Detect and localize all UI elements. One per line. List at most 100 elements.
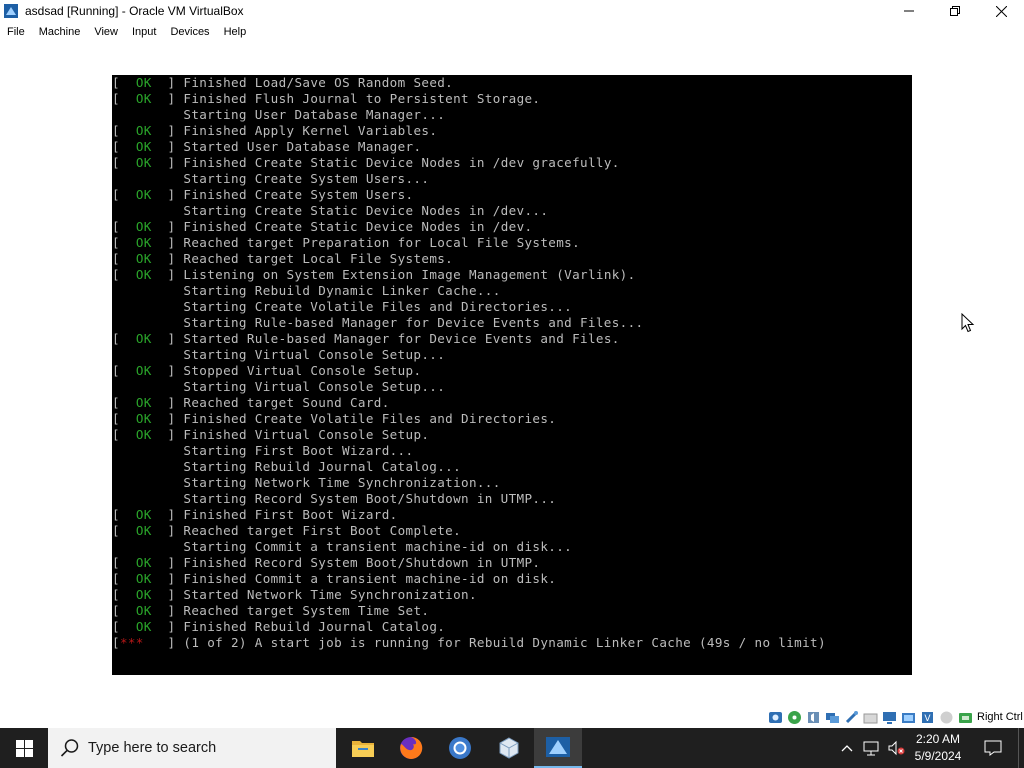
console-line-text: Reached target Preparation for Local Fil… <box>183 235 581 250</box>
video-capture-icon[interactable] <box>901 710 916 725</box>
status-bracket-close: ] <box>151 91 184 106</box>
taskbar-virtualbox-manager[interactable] <box>485 728 533 768</box>
menu-view[interactable]: View <box>87 22 125 43</box>
cpu-icon[interactable]: V <box>920 710 935 725</box>
chevron-up-icon <box>841 745 853 752</box>
status-bracket-open: [ <box>112 603 128 618</box>
restore-icon <box>950 6 960 16</box>
vm-console-screen[interactable]: [ OK ] Finished Load/Save OS Random Seed… <box>112 75 912 675</box>
status-bracket-close: ] <box>151 587 184 602</box>
mouse-integration-icon[interactable] <box>939 710 954 725</box>
status-bracket-close: ] <box>151 75 184 90</box>
status-bracket-close: ] <box>151 219 184 234</box>
console-line-text: Reached target System Time Set. <box>183 603 430 618</box>
close-icon <box>995 5 1007 17</box>
console-line-text: Starting Network Time Synchronization... <box>183 475 501 490</box>
status-padding <box>112 283 183 298</box>
usb-icon[interactable] <box>844 710 859 725</box>
status-bracket-close: ] <box>151 395 184 410</box>
status-running: *** <box>119 635 144 650</box>
status-padding <box>112 315 183 330</box>
window-title: asdsad [Running] - Oracle VM VirtualBox <box>25 4 244 18</box>
title-bar[interactable]: asdsad [Running] - Oracle VM VirtualBox <box>0 0 1024 22</box>
status-bracket-close: ] <box>151 155 184 170</box>
console-line-text: Reached target Sound Card. <box>183 395 390 410</box>
menu-input[interactable]: Input <box>125 22 163 43</box>
minimize-button[interactable] <box>886 0 932 22</box>
console-line-text: Finished First Boot Wizard. <box>183 507 398 522</box>
console-line-text: Starting Rebuild Journal Catalog... <box>183 459 462 474</box>
keyboard-icon[interactable] <box>958 710 973 725</box>
taskbar-clock[interactable]: 2:20 AM 5/9/2024 <box>906 728 970 768</box>
taskbar-chrome[interactable] <box>436 728 484 768</box>
close-button[interactable] <box>978 0 1024 22</box>
menu-bar: File Machine View Input Devices Help <box>0 22 1024 43</box>
shared-folders-icon[interactable] <box>863 710 878 725</box>
taskbar-search-box[interactable]: Type here to search <box>48 728 336 768</box>
audio-icon[interactable] <box>806 710 821 725</box>
action-center-button[interactable] <box>976 728 1010 768</box>
status-bracket-open: [ <box>112 235 128 250</box>
console-line-text: Listening on System Extension Image Mana… <box>183 267 636 282</box>
status-bracket-close: ] <box>151 235 184 250</box>
console-line-text: Finished Flush Journal to Persistent Sto… <box>183 91 541 106</box>
optical-drive-icon[interactable] <box>787 710 802 725</box>
menu-devices[interactable]: Devices <box>163 22 216 43</box>
console-line: Starting User Database Manager... <box>112 107 826 123</box>
console-line-text: (1 of 2) A start job is running for Rebu… <box>183 635 826 650</box>
hard-disk-icon[interactable] <box>768 710 783 725</box>
taskbar-firefox[interactable] <box>387 728 435 768</box>
status-bracket-close: ] <box>151 363 184 378</box>
status-bracket-close: ] <box>151 523 184 538</box>
console-line-text: Started User Database Manager. <box>183 139 422 154</box>
console-line-text: Finished Commit a transient machine-id o… <box>183 571 557 586</box>
menu-file[interactable]: File <box>0 22 32 43</box>
search-icon <box>60 739 79 757</box>
status-ok: OK <box>135 91 152 106</box>
status-bracket-close: ] <box>151 123 184 138</box>
status-ok: OK <box>135 187 152 202</box>
status-bracket-open: [ <box>112 571 128 586</box>
status-ok: OK <box>135 619 152 634</box>
virtualbox-manager-icon <box>499 737 519 759</box>
display-icon[interactable] <box>882 710 897 725</box>
svg-text:V: V <box>924 714 931 724</box>
show-desktop-button[interactable] <box>1018 728 1024 768</box>
restore-button[interactable] <box>932 0 978 22</box>
tray-volume[interactable] <box>884 728 908 768</box>
status-ok: OK <box>135 571 152 586</box>
status-padding <box>112 459 183 474</box>
search-placeholder: Type here to search <box>88 740 217 756</box>
status-padding <box>112 299 183 314</box>
status-ok: OK <box>135 523 152 538</box>
network-tray-icon <box>863 741 879 756</box>
status-ok: OK <box>135 75 152 90</box>
network-icon[interactable] <box>825 710 840 725</box>
start-button[interactable] <box>0 728 48 768</box>
tray-network[interactable] <box>859 728 883 768</box>
console-line-text: Starting Record System Boot/Shutdown in … <box>183 491 557 506</box>
status-padding <box>112 379 183 394</box>
virtualbox-vm-icon <box>546 737 570 757</box>
taskbar-virtualbox-vm[interactable] <box>534 728 582 768</box>
menu-help[interactable]: Help <box>217 22 254 43</box>
status-bracket-open: [ <box>112 507 128 522</box>
console-line: Starting Commit a transient machine-id o… <box>112 539 826 555</box>
status-bracket-close: ] <box>151 411 184 426</box>
console-line: Starting Network Time Synchronization... <box>112 475 826 491</box>
console-line: Starting Virtual Console Setup... <box>112 379 826 395</box>
status-bracket-close: ] <box>151 139 184 154</box>
status-bracket-open: [ <box>112 587 128 602</box>
console-output: [ OK ] Finished Load/Save OS Random Seed… <box>112 75 826 651</box>
firefox-icon <box>400 736 423 759</box>
status-padding <box>112 107 183 122</box>
status-bracket-close: ] <box>151 251 184 266</box>
console-line: [ OK ] Reached target Local File Systems… <box>112 251 826 267</box>
taskbar-file-explorer[interactable] <box>339 728 387 768</box>
console-line-text: Finished Create Volatile Files and Direc… <box>183 411 557 426</box>
menu-machine[interactable]: Machine <box>32 22 88 43</box>
status-bracket-open: [ <box>112 363 128 378</box>
status-ok: OK <box>135 507 152 522</box>
status-ok: OK <box>135 139 152 154</box>
tray-overflow-button[interactable] <box>837 728 857 768</box>
